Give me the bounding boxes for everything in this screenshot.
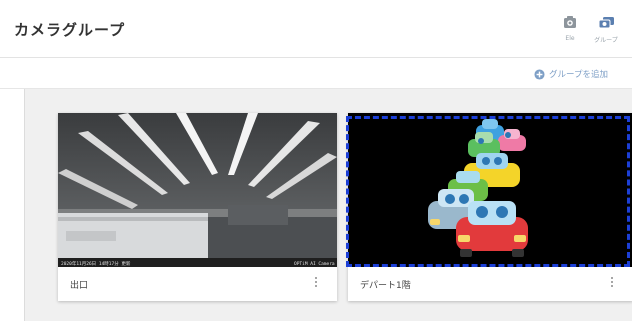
camera-group-icon	[598, 17, 614, 29]
camera-group-card[interactable]: 2020年11月26日 14時17分 更新 OPTiM AI Camera 出口	[58, 113, 337, 301]
camera-thumbnail: 2020年11月26日 14時17分 更新 OPTiM AI Camera	[58, 113, 337, 267]
app-header: カメラグループ Ele グループ	[0, 0, 632, 58]
more-menu-button[interactable]	[609, 277, 615, 291]
camera-group-name: デパート1階	[360, 281, 411, 291]
page-title: カメラグループ	[14, 21, 126, 39]
traffic-jam-illustration	[348, 113, 632, 267]
camera-group-name: 出口	[70, 281, 89, 291]
group-view-button[interactable]: グループ	[592, 14, 620, 50]
add-group-label: グループを追加	[549, 70, 608, 80]
more-vert-icon	[609, 277, 615, 287]
camera-thumbnail	[348, 113, 632, 267]
camera-view-button[interactable]: Ele	[556, 14, 584, 50]
card-footer: デパート1階	[348, 267, 632, 301]
camera-group-card[interactable]: デパート1階	[348, 113, 632, 301]
camera-group-grid: 2020年11月26日 14時17分 更新 OPTiM AI Camera 出口	[24, 89, 632, 321]
card-footer: 出口	[58, 267, 337, 301]
camera-view-label: Ele	[565, 35, 575, 42]
more-vert-icon	[313, 277, 319, 287]
camera-icon	[564, 16, 576, 28]
toolbar: グループを追加	[0, 58, 632, 89]
camera-timestamp: 2020年11月26日 14時17分 更新	[61, 260, 131, 267]
more-menu-button[interactable]	[313, 277, 319, 291]
add-group-button[interactable]: グループを追加	[534, 66, 608, 82]
group-view-label: グループ	[594, 37, 618, 44]
add-circle-icon	[534, 68, 545, 80]
